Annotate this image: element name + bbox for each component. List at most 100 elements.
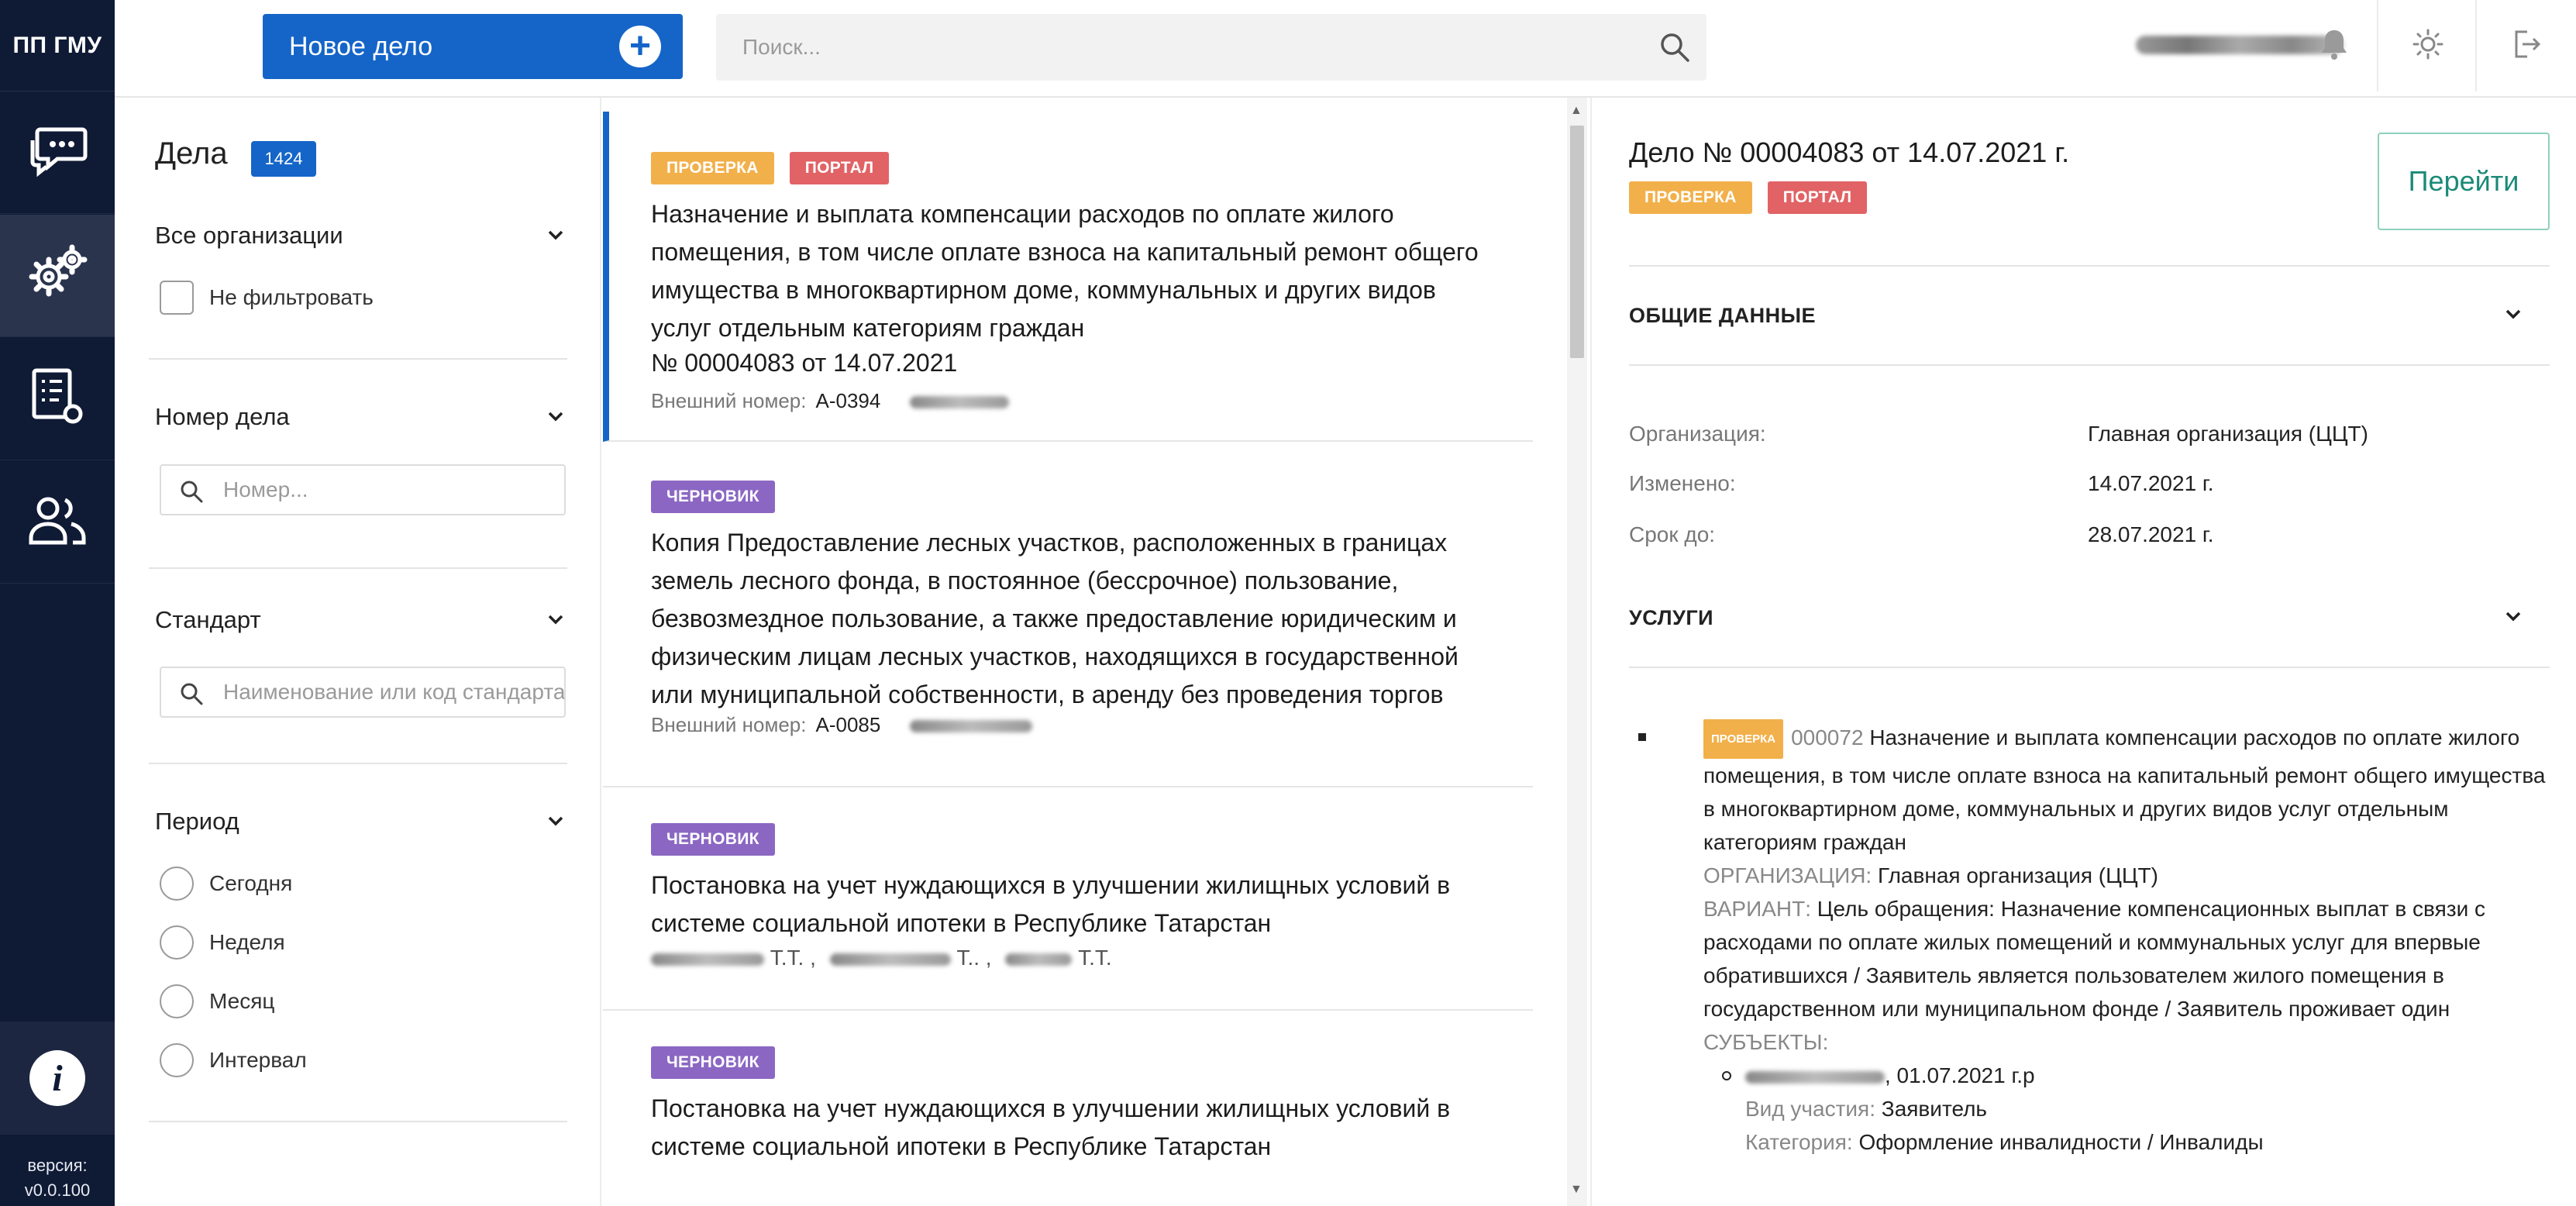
scroll-thumb[interactable] bbox=[1570, 126, 1584, 358]
case-title: Копия Предоставление лесных участков, ра… bbox=[651, 524, 1527, 714]
case-number: № 00004083 от 14.07.2021 bbox=[651, 349, 958, 377]
nav-item-users[interactable] bbox=[0, 461, 115, 584]
redacted-text bbox=[909, 396, 1009, 409]
users-icon bbox=[25, 493, 90, 551]
services-section[interactable]: УСЛУГИ bbox=[1629, 606, 1713, 630]
bell-icon bbox=[2319, 27, 2349, 65]
standard-input[interactable] bbox=[161, 668, 564, 716]
period-label-week: Неделя bbox=[209, 930, 285, 954]
case-card[interactable]: ПРОВЕРКА ПОРТАЛ Назначение и выплата ком… bbox=[603, 112, 1533, 442]
version-label: версия: bbox=[27, 1156, 88, 1175]
field-label-deadline: Срок до: bbox=[1629, 522, 1716, 546]
chevron-down-icon[interactable] bbox=[546, 811, 566, 835]
divider bbox=[149, 1121, 567, 1122]
scroll-up-arrow-icon[interactable]: ▲ bbox=[1570, 104, 1582, 118]
case-title: Постановка на учет нуждающихся в улучшен… bbox=[651, 867, 1527, 942]
nav-item-info[interactable]: i bbox=[0, 1022, 115, 1135]
version-value: v0.0.100 bbox=[24, 1180, 91, 1200]
case-participants: Т.Т. , Т.. , Т.Т. bbox=[651, 946, 1112, 970]
general-data-section[interactable]: ОБЩИЕ ДАННЫЕ bbox=[1629, 304, 1816, 328]
notifications-button[interactable] bbox=[2284, 0, 2385, 91]
field-value-deadline: 28.07.2021 г. bbox=[2088, 522, 2214, 546]
period-radio-today[interactable] bbox=[160, 867, 194, 901]
cases-title: Дела bbox=[155, 136, 228, 171]
case-title-line: Копия Предоставление лесных участков, ра… bbox=[651, 529, 1448, 556]
external-number: Внешний номер: А-0394 bbox=[651, 389, 1009, 413]
filter-orgs-header[interactable]: Все организации bbox=[155, 222, 343, 250]
subject-role-label: Вид участия: bbox=[1745, 1097, 1875, 1121]
nav-item-documents[interactable] bbox=[0, 338, 115, 460]
case-title-line: или муниципальной собственности, в аренд… bbox=[651, 681, 1444, 708]
status-badge-draft: ЧЕРНОВИК bbox=[651, 823, 775, 856]
external-number-value: А-0394 bbox=[815, 389, 881, 412]
external-number-label: Внешний номер: bbox=[651, 389, 807, 412]
divider bbox=[1629, 364, 2550, 366]
participant-initials: Т.Т. , bbox=[770, 946, 816, 970]
chevron-down-icon[interactable] bbox=[546, 406, 566, 430]
period-radio-week[interactable] bbox=[160, 925, 194, 960]
case-title-line: помещения, в том числе оплате взноса на … bbox=[651, 238, 1479, 266]
case-title-line: земель лесного фонда, в постоянное (бесс… bbox=[651, 567, 1399, 594]
chevron-down-icon[interactable] bbox=[546, 609, 566, 633]
filter-period-header[interactable]: Период bbox=[155, 808, 239, 836]
divider bbox=[149, 567, 567, 569]
case-title-line: физическим лицам лесных участков, находя… bbox=[651, 643, 1458, 670]
theme-button[interactable] bbox=[2377, 0, 2478, 91]
external-number: Внешний номер: А-0085 bbox=[651, 713, 1032, 737]
chevron-down-icon[interactable] bbox=[546, 225, 566, 249]
field-label-organization: Организация: bbox=[1629, 422, 1766, 446]
chevron-down-icon[interactable] bbox=[2503, 606, 2523, 630]
divider bbox=[149, 358, 567, 360]
nav-item-settings[interactable] bbox=[0, 215, 115, 337]
left-nav: ПП ГМУ i версия: v0.0.100 bbox=[0, 0, 115, 1206]
subject-item: , 01.07.2021 г.р Вид участия: Заявитель … bbox=[1722, 1059, 2559, 1159]
logout-icon bbox=[2510, 27, 2543, 65]
case-card[interactable]: ЧЕРНОВИК Копия Предоставление лесных уча… bbox=[603, 450, 1533, 787]
case-number-input[interactable] bbox=[161, 466, 564, 514]
case-detail-panel: Дело № 00004083 от 14.07.2021 г. ПРОВЕРК… bbox=[1590, 98, 2576, 1206]
case-list-scrollbar[interactable]: ▲ ▼ bbox=[1567, 98, 1587, 1206]
field-value-modified: 14.07.2021 г. bbox=[2088, 471, 2214, 495]
case-list: ПРОВЕРКА ПОРТАЛ Назначение и выплата ком… bbox=[603, 98, 1567, 1206]
divider bbox=[149, 763, 567, 764]
app-logo[interactable]: ПП ГМУ bbox=[0, 0, 115, 91]
search-icon[interactable] bbox=[1658, 31, 1691, 67]
case-title-line: Постановка на учет нуждающихся в улучшен… bbox=[651, 871, 1451, 899]
subject-category-value: Оформление инвалидности / Инвалиды bbox=[1858, 1130, 2264, 1154]
divider bbox=[1629, 265, 2550, 267]
case-title-line: услуг отдельным категориям граждан bbox=[651, 314, 1085, 342]
status-badge-check: ПРОВЕРКА bbox=[651, 152, 774, 184]
case-card[interactable]: ЧЕРНОВИК Постановка на учет нуждающихся … bbox=[603, 787, 1533, 1011]
period-radio-month[interactable] bbox=[160, 984, 194, 1018]
subject-birthdate: , 01.07.2021 г.р bbox=[1885, 1063, 2035, 1087]
filter-standard-header[interactable]: Стандарт bbox=[155, 606, 261, 634]
period-label-today: Сегодня bbox=[209, 871, 293, 895]
nav-item-chat[interactable] bbox=[0, 91, 115, 214]
plus-circle-icon: + bbox=[619, 26, 661, 67]
go-to-case-button[interactable]: Перейти bbox=[2378, 133, 2550, 230]
chat-icon bbox=[26, 123, 88, 181]
filter-case-number-header[interactable]: Номер дела bbox=[155, 403, 290, 431]
chevron-down-icon[interactable] bbox=[2503, 304, 2523, 328]
service-variant-value: Цель обращения: Назначение компенсационн… bbox=[1703, 897, 2486, 1021]
sun-icon bbox=[2411, 27, 2445, 65]
detail-title: Дело № 00004083 от 14.07.2021 г. bbox=[1629, 136, 2070, 168]
subject-role-value: Заявитель bbox=[1881, 1097, 1988, 1121]
logout-button[interactable] bbox=[2475, 0, 2576, 91]
status-badge-draft: ЧЕРНОВИК bbox=[651, 481, 775, 513]
scroll-down-arrow-icon[interactable]: ▼ bbox=[1570, 1183, 1582, 1197]
search-input[interactable] bbox=[716, 14, 1706, 81]
top-bar: Новое дело + bbox=[115, 0, 2576, 98]
participant-initials: Т.. , bbox=[956, 946, 992, 970]
external-number-value: А-0085 bbox=[815, 713, 881, 736]
no-filter-label: Не фильтровать bbox=[209, 285, 374, 309]
period-radio-interval[interactable] bbox=[160, 1043, 194, 1077]
status-badge-portal: ПОРТАЛ bbox=[789, 152, 890, 184]
no-filter-checkbox[interactable] bbox=[160, 281, 194, 315]
case-card[interactable]: ЧЕРНОВИК Постановка на учет нуждающихся … bbox=[603, 1011, 1533, 1206]
case-title-line: Назначение и выплата компенсации расходо… bbox=[651, 200, 1394, 228]
cases-count-badge: 1424 bbox=[251, 141, 316, 177]
status-badge-check: ПРОВЕРКА bbox=[1703, 719, 1784, 759]
redacted-text bbox=[1745, 1070, 1885, 1084]
new-case-button[interactable]: Новое дело + bbox=[263, 14, 683, 79]
